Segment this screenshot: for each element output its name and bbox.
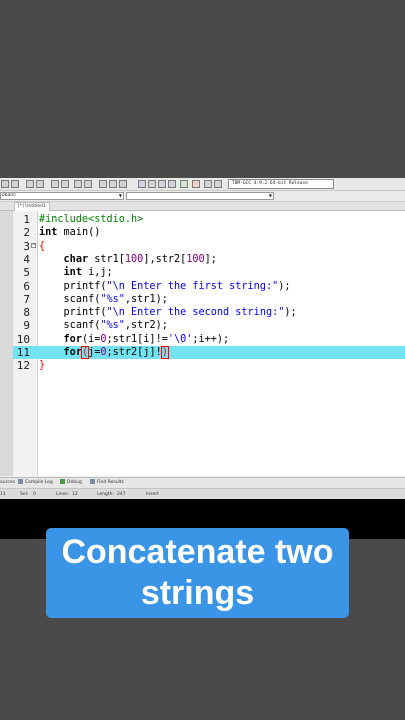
check-icon (60, 479, 65, 484)
caption-text: Concatenate two strings (46, 532, 349, 614)
find-results-icon (90, 479, 95, 484)
scope-label: obals) (2, 193, 16, 198)
chevron-down-icon: ▼ (268, 193, 272, 198)
code-line: 8 printf("\n Enter the second string:"); (13, 306, 405, 319)
indent-icon[interactable] (74, 180, 82, 188)
line-number: 4 (23, 252, 30, 266)
bookmark-icon[interactable] (99, 180, 107, 188)
code-text: scanf("%s",str2); (63, 320, 168, 332)
tab-untitled1[interactable]: [*] Untitled1 (14, 202, 50, 211)
line-number: 12 (16, 359, 30, 373)
line-number: 7 (23, 292, 30, 306)
line-number: 2 (23, 226, 30, 240)
goto-icon[interactable] (109, 180, 117, 188)
line-number: 6 (23, 279, 30, 293)
code-line: 6 printf("\n Enter the first string:"); (13, 280, 405, 293)
tab-find-results[interactable]: Find Results (90, 478, 124, 488)
line-number: 10 (16, 332, 30, 346)
line-number: 3 (23, 239, 30, 253)
current-line-highlight: 11 for(j=0;str2[j]!) (13, 346, 405, 360)
toggle-icon[interactable] (119, 180, 127, 188)
tab-resources[interactable]: ources (0, 478, 15, 488)
tab-debug[interactable]: Debug (60, 478, 82, 488)
code-text: char str1[100],str2[100]; (63, 253, 217, 265)
code-text: } (39, 360, 46, 372)
scope-bar: obals) ▼ ▼ (0, 191, 405, 202)
code-line: 10 for(i=0;str1[i]!='\0';i++); (13, 333, 405, 346)
code-text: #include<stdio.h> (39, 214, 144, 225)
code-line: 1 #include<stdio.h> (13, 213, 405, 226)
stop-icon[interactable] (192, 180, 200, 188)
compile-icon[interactable] (138, 180, 146, 188)
code-line: 3 − { (13, 240, 405, 253)
code-text: scanf("%s",str1); (63, 293, 168, 305)
project-panel-strip (0, 211, 12, 476)
fold-icon[interactable]: − (31, 242, 36, 248)
code-text: int main() (39, 227, 101, 239)
unindent-icon[interactable] (84, 180, 92, 188)
code-editor[interactable]: 1 #include<stdio.h> 2 int main() 3 − { 4… (12, 211, 405, 476)
scope-select[interactable]: obals) ▼ (0, 192, 124, 200)
line-number: 5 (23, 266, 30, 280)
profile-icon[interactable] (214, 180, 222, 188)
toolbar: TDM-GCC 4.9.2 64-bit Release (0, 178, 405, 191)
compile-run-icon[interactable] (158, 180, 166, 188)
print-icon[interactable] (11, 180, 19, 188)
redo-icon[interactable] (36, 180, 44, 188)
undo-icon[interactable] (26, 180, 34, 188)
code-text: printf("\n Enter the second string:"); (63, 307, 297, 319)
code-text: int i,j; (63, 267, 113, 279)
save-icon[interactable] (1, 180, 9, 188)
ide-window: TDM-GCC 4.9.2 64-bit Release obals) ▼ ▼ … (0, 178, 405, 500)
code-line: 12 } (13, 359, 405, 372)
code-line: 9 scanf("%s",str2); (13, 319, 405, 332)
code-line: 4 char str1[100],str2[100]; (13, 253, 405, 266)
code-text: for(j=0;str2[j]!) (63, 346, 169, 359)
code-text: for(i=0;str1[i]!='\0';i++); (63, 333, 230, 345)
caption-banner: Concatenate two strings (46, 528, 349, 618)
line-number: 8 (23, 306, 30, 320)
tab-compile-log[interactable]: Compile Log (18, 478, 53, 488)
caption-line-1: Concatenate two (61, 533, 334, 571)
code-line: 7 scanf("%s",str1); (13, 293, 405, 306)
check-icon[interactable] (180, 180, 188, 188)
find-icon[interactable] (51, 180, 59, 188)
line-number: 9 (23, 319, 30, 333)
line-number: 11 (16, 346, 30, 359)
code-line: 2 int main() (13, 226, 405, 239)
code-text: printf("\n Enter the first string:"); (63, 280, 291, 292)
caption-line-2: strings (140, 574, 255, 612)
editor-tabs: [*] Untitled1 (0, 202, 405, 211)
symbol-select[interactable]: ▼ (126, 192, 274, 200)
code-text: { (39, 240, 46, 252)
chevron-down-icon: ▼ (118, 193, 122, 198)
run-icon[interactable] (148, 180, 156, 188)
compile-log-icon (18, 479, 23, 484)
rebuild-icon[interactable] (168, 180, 176, 188)
debug-icon[interactable] (204, 180, 212, 188)
compiler-select[interactable]: TDM-GCC 4.9.2 64-bit Release (228, 179, 334, 189)
bottom-panel-tabs: ources Compile Log Debug Find Results (0, 477, 405, 488)
replace-icon[interactable] (61, 180, 69, 188)
line-number: 1 (23, 213, 30, 226)
code-line: 5 int i,j; (13, 266, 405, 279)
